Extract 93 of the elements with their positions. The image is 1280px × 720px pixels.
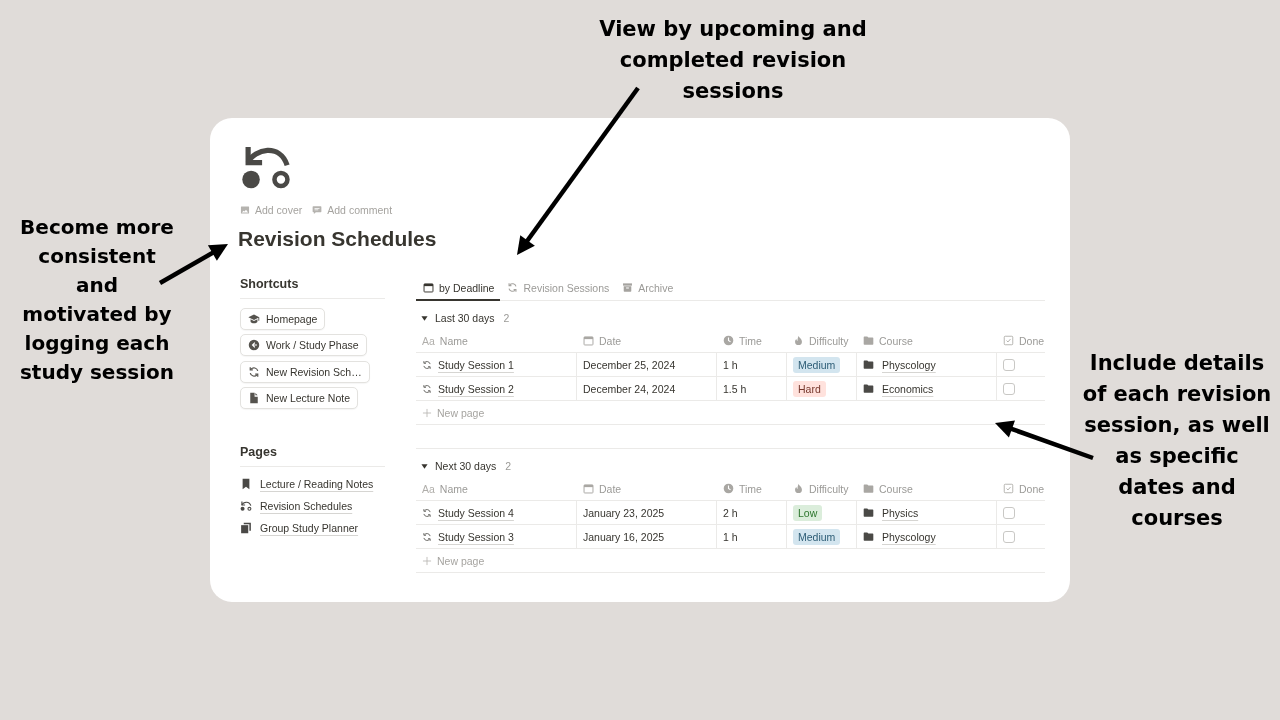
shortcut-button[interactable]: New Lecture Note [240,387,359,410]
plus-icon [422,555,432,566]
column-header[interactable]: Course [857,477,997,500]
table-cell: 1.5 h [717,377,787,400]
plus-icon [422,407,432,418]
table-cell: 2 h [717,501,787,524]
graduation-cap-icon [248,313,260,325]
page-link[interactable]: Study Session 2 [422,378,514,399]
table-cell: 1 h [717,525,787,548]
group-count: 2 [503,312,510,324]
checkbox[interactable] [1003,530,1015,543]
calendar-icon [583,335,594,346]
column-header[interactable]: Time [717,329,787,352]
stacked-pages-icon [240,522,252,535]
column-header[interactable]: Difficulty [787,477,857,500]
shortcut-button[interactable]: Work / Study Phase [240,334,367,357]
folder-icon [863,507,874,518]
sync-arrows-icon [422,531,432,542]
sync-arrows-icon [422,383,432,394]
column-header[interactable]: Date [577,329,717,352]
checkbox[interactable] [1003,382,1015,395]
new-page-button[interactable]: New page [416,401,491,424]
table-cell: December 24, 2024 [577,377,717,400]
column-header[interactable]: Time [717,477,787,500]
column-header[interactable]: Done [997,477,1045,500]
speech-bubble-icon [312,205,323,215]
section-heading: Shortcuts [240,275,299,293]
page-action-button[interactable]: Add cover [240,204,303,216]
relation-link[interactable]: Economics [863,378,934,399]
folder-icon [863,483,874,494]
column-header[interactable]: Course [857,329,997,352]
image-icon [240,205,250,215]
column-header[interactable]: Date [577,477,717,500]
page-link[interactable]: Study Session 1 [422,354,514,375]
page-link[interactable]: Lecture / Reading Notes [240,474,374,495]
annotation-text: View by upcoming and completed revision sessions [599,16,867,105]
shortcut-button[interactable]: Homepage [240,308,326,330]
view-tab[interactable]: by Deadline [416,274,501,301]
page-action-button[interactable]: Add comment [312,204,393,216]
document-icon [248,392,260,405]
table-cell: January 23, 2025 [577,501,717,524]
page-link[interactable]: Group Study Planner [240,518,359,539]
relation-link[interactable]: Physcology [863,526,936,547]
clock-icon [723,335,734,346]
page-link[interactable]: Study Session 4 [422,502,514,523]
checkbox-tick-icon [1003,335,1014,346]
group-count: 2 [505,460,512,472]
arrow [158,244,228,285]
clock-icon [723,483,734,494]
folder-icon [863,335,874,346]
checkbox[interactable] [1003,358,1015,371]
undo-arrow-dots-icon [240,145,292,189]
column-header[interactable]: Aa Name [416,477,577,500]
column-header[interactable]: Difficulty [787,329,857,352]
difficulty-tag: Medium [793,528,841,545]
checkbox-tick-icon [1003,483,1014,494]
annotation-text: Include details of each revision session, as well as specific dates and courses [1082,350,1272,532]
relation-link[interactable]: Physics [863,502,919,523]
column-header[interactable]: Done [997,329,1045,352]
view-tab[interactable]: Archive [615,274,680,301]
calendar-icon [423,282,434,293]
archive-box-icon [622,282,634,293]
calendar-icon [583,483,594,494]
sync-arrows-icon [507,282,519,293]
group-title: Last 30 days [435,312,495,324]
sync-arrows-icon [248,365,260,378]
view-tab[interactable]: Revision Sessions [500,274,616,301]
annotation-text: Become more consistent and motivated by logging each study session [19,214,175,386]
page-link[interactable]: Revision Schedules [240,496,353,517]
table-cell: December 25, 2024 [577,353,717,376]
checkbox[interactable] [1003,506,1015,519]
page-title: Revision Schedules [238,226,437,252]
bookmark-icon [240,478,252,491]
difficulty-tag: Hard [793,380,826,397]
table-cell: January 16, 2025 [577,525,717,548]
sync-arrows-icon [422,507,432,518]
group-title: Next 30 days [435,460,497,472]
new-page-button[interactable]: New page [416,549,491,572]
page-link[interactable]: Study Session 3 [422,526,514,547]
table-cell: 1 h [717,353,787,376]
flame-icon [793,483,804,494]
shortcut-button[interactable]: New Revision Sch… [240,360,370,383]
undo-arrow-dots-icon [240,501,252,512]
folder-icon [863,383,874,394]
difficulty-tag: Medium [793,356,841,373]
flame-icon [793,335,804,346]
column-header[interactable]: Aa Name [416,329,577,352]
folder-icon [863,531,874,542]
sync-arrows-icon [422,359,432,370]
section-heading: Pages [240,443,277,461]
relation-link[interactable]: Physcology [863,354,936,375]
folder-icon [863,359,874,370]
difficulty-tag: Low [793,504,823,521]
